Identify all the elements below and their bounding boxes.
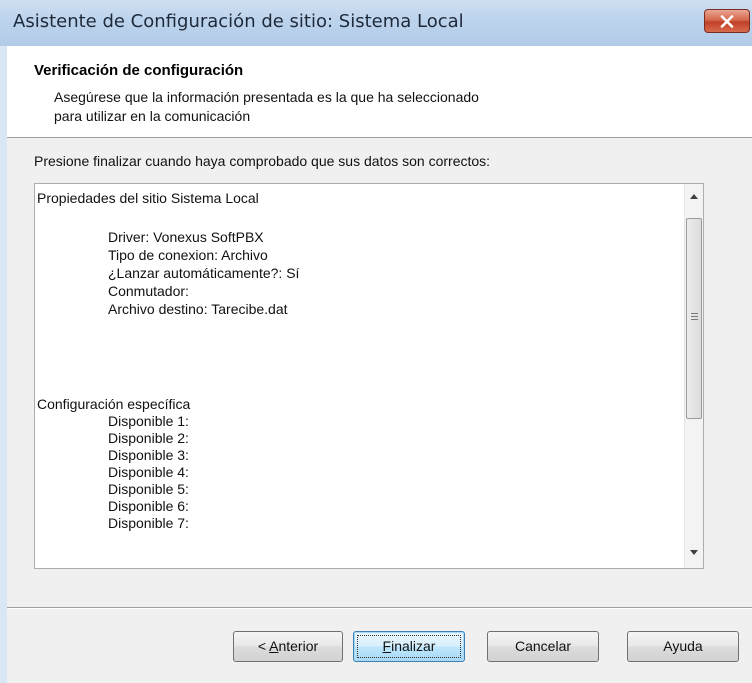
specific-heading: Configuración específica [37, 396, 191, 412]
instruction-text: Presione finalizar cuando haya comprobad… [34, 153, 491, 169]
scroll-thumb[interactable] [686, 218, 702, 419]
specific-item: Disponible 6: [108, 498, 189, 514]
page-subtitle-line-1: Asegúrese que la información presentada … [54, 89, 479, 105]
wizard-header: Verificación de configuración Asegúrese … [7, 46, 752, 138]
window-title: Asistente de Configuración de sitio: Sis… [13, 11, 464, 32]
specific-item: Disponible 3: [108, 447, 189, 463]
close-icon [720, 15, 734, 28]
vertical-scrollbar[interactable] [684, 184, 703, 568]
specific-item: Disponible 7: [108, 515, 189, 531]
back-button[interactable]: < Anterior [233, 631, 343, 662]
back-button-prefix: < [257, 638, 270, 654]
finish-button-rest: inalizar [391, 638, 436, 654]
arrow-up-icon[interactable] [690, 194, 698, 199]
cancel-button-label: Cancelar [514, 638, 572, 654]
property-line: Archivo destino: Tarecibe.dat [108, 301, 288, 317]
dialog-client-area: Verificación de configuración Asegúrese … [7, 46, 752, 683]
help-button[interactable]: Ayuda [627, 631, 739, 662]
summary-textbox[interactable]: Propiedades del sitio Sistema Local Driv… [34, 183, 704, 569]
page-title: Verificación de configuración [34, 62, 244, 79]
finish-button-label: Finalizar [383, 638, 436, 654]
footer-divider [7, 607, 752, 609]
grip-icon [691, 313, 698, 320]
finish-button-mnemonic: F [382, 638, 392, 654]
arrow-down-icon[interactable] [690, 550, 698, 555]
property-line: ¿Lanzar automáticamente?: Sí [108, 265, 300, 281]
back-button-rest: nterior [278, 638, 319, 654]
specific-item: Disponible 2: [108, 430, 189, 446]
specific-item: Disponible 4: [108, 464, 189, 480]
title-bar[interactable]: Asistente de Configuración de sitio: Sis… [0, 0, 752, 46]
back-button-label: < Anterior [258, 638, 318, 654]
properties-heading: Propiedades del sitio Sistema Local [37, 190, 259, 206]
specific-item: Disponible 5: [108, 481, 189, 497]
finish-button[interactable]: Finalizar [353, 631, 465, 662]
wizard-window: Asistente de Configuración de sitio: Sis… [0, 0, 752, 683]
page-subtitle: Asegúrese que la información presentada … [54, 88, 654, 126]
help-button-label: Ayuda [663, 638, 703, 654]
property-line: Driver: Vonexus SoftPBX [108, 229, 264, 245]
cancel-button[interactable]: Cancelar [487, 631, 599, 662]
page-subtitle-line-2: para utilizar en la comunicación [54, 108, 251, 124]
property-line: Conmutador: [108, 283, 189, 299]
close-button[interactable] [704, 9, 750, 33]
property-line: Tipo de conexion: Archivo [108, 247, 268, 263]
specific-item: Disponible 1: [108, 413, 189, 429]
